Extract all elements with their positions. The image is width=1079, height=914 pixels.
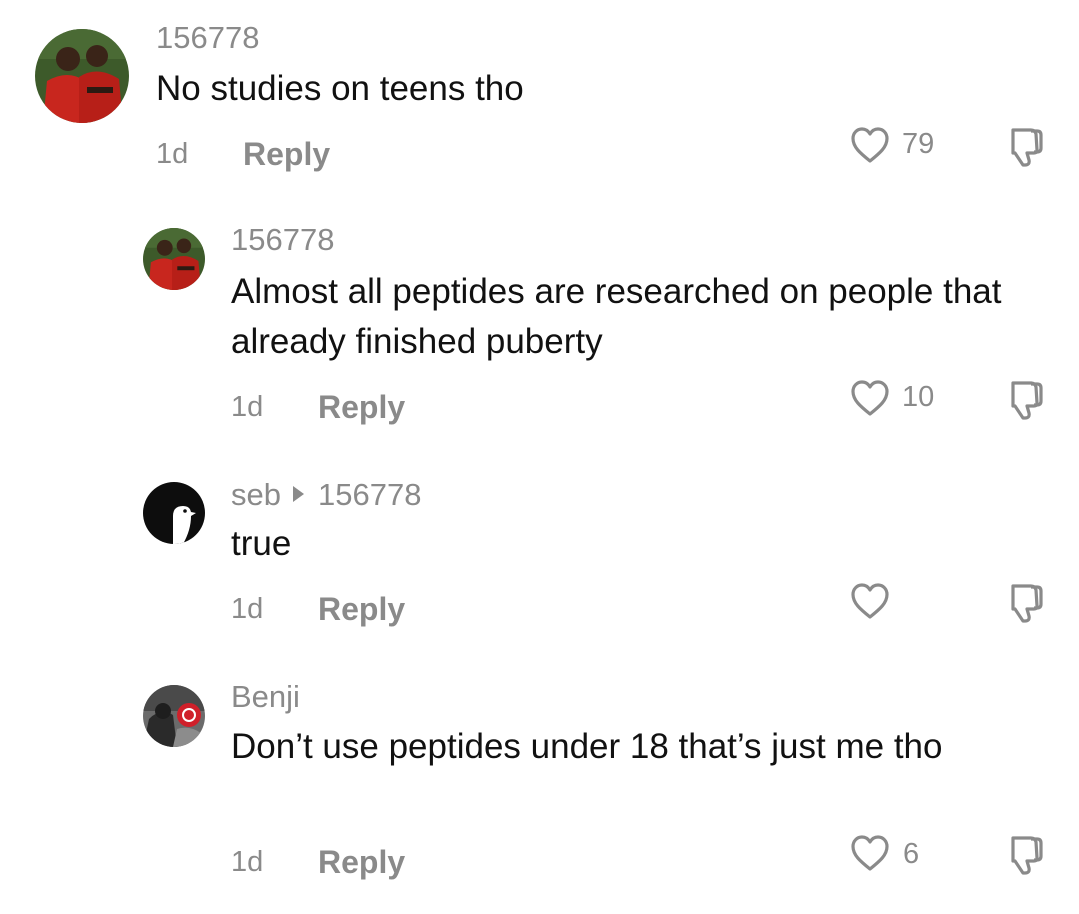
comment-username[interactable]: Benji: [231, 681, 300, 712]
comment-item: 156778 Almost all peptides are researche…: [0, 200, 1079, 450]
comment-item: 156778 No studies on teens tho 1d Reply …: [0, 0, 1079, 200]
thumbs-down-icon[interactable]: [1001, 832, 1045, 876]
reply-author[interactable]: seb: [231, 477, 281, 512]
comment-username[interactable]: 156778: [231, 224, 334, 255]
comment-timestamp: 1d: [231, 391, 264, 423]
like-count: 79: [902, 128, 935, 160]
comment-text: No studies on teens tho: [156, 69, 524, 108]
reply-arrow-icon: [292, 486, 304, 502]
thumbs-down-icon[interactable]: [1001, 377, 1045, 421]
comment-text: true: [231, 524, 292, 563]
comment-text: Don’t use peptides under 18 that’s just …: [231, 727, 943, 766]
thumbs-down-icon[interactable]: [1001, 580, 1045, 624]
comment-item: Benji Don’t use peptides under 18 that’s…: [0, 650, 1079, 914]
like-count: 6: [903, 838, 920, 870]
heart-icon[interactable]: [849, 125, 891, 165]
avatar[interactable]: [35, 29, 129, 123]
avatar-image: [35, 29, 129, 123]
replied-to-user[interactable]: 156778: [318, 477, 421, 512]
like-count: 10: [902, 381, 935, 413]
heart-icon[interactable]: [849, 833, 891, 873]
comment-timestamp: 1d: [231, 593, 264, 625]
avatar[interactable]: [143, 228, 205, 290]
avatar[interactable]: [143, 482, 205, 544]
avatar[interactable]: [143, 685, 205, 747]
comment-timestamp: 1d: [156, 138, 189, 170]
comment-username[interactable]: seb 156778: [231, 479, 421, 510]
reply-button[interactable]: Reply: [318, 391, 405, 423]
reply-button[interactable]: Reply: [243, 138, 330, 170]
reply-button[interactable]: Reply: [318, 593, 405, 625]
comment-timestamp: 1d: [231, 846, 264, 878]
heart-icon[interactable]: [849, 581, 891, 621]
thumbs-down-icon[interactable]: [1001, 124, 1045, 168]
reply-button[interactable]: Reply: [318, 846, 405, 878]
comment-item: seb 156778 true 1d Reply: [0, 450, 1079, 650]
avatar-image: [143, 482, 205, 544]
avatar-image: [143, 685, 205, 747]
heart-icon[interactable]: [849, 378, 891, 418]
avatar-image: [143, 228, 205, 290]
comment-username[interactable]: 156778: [156, 22, 259, 53]
comment-text: Almost all peptides are researched on pe…: [231, 272, 1002, 361]
